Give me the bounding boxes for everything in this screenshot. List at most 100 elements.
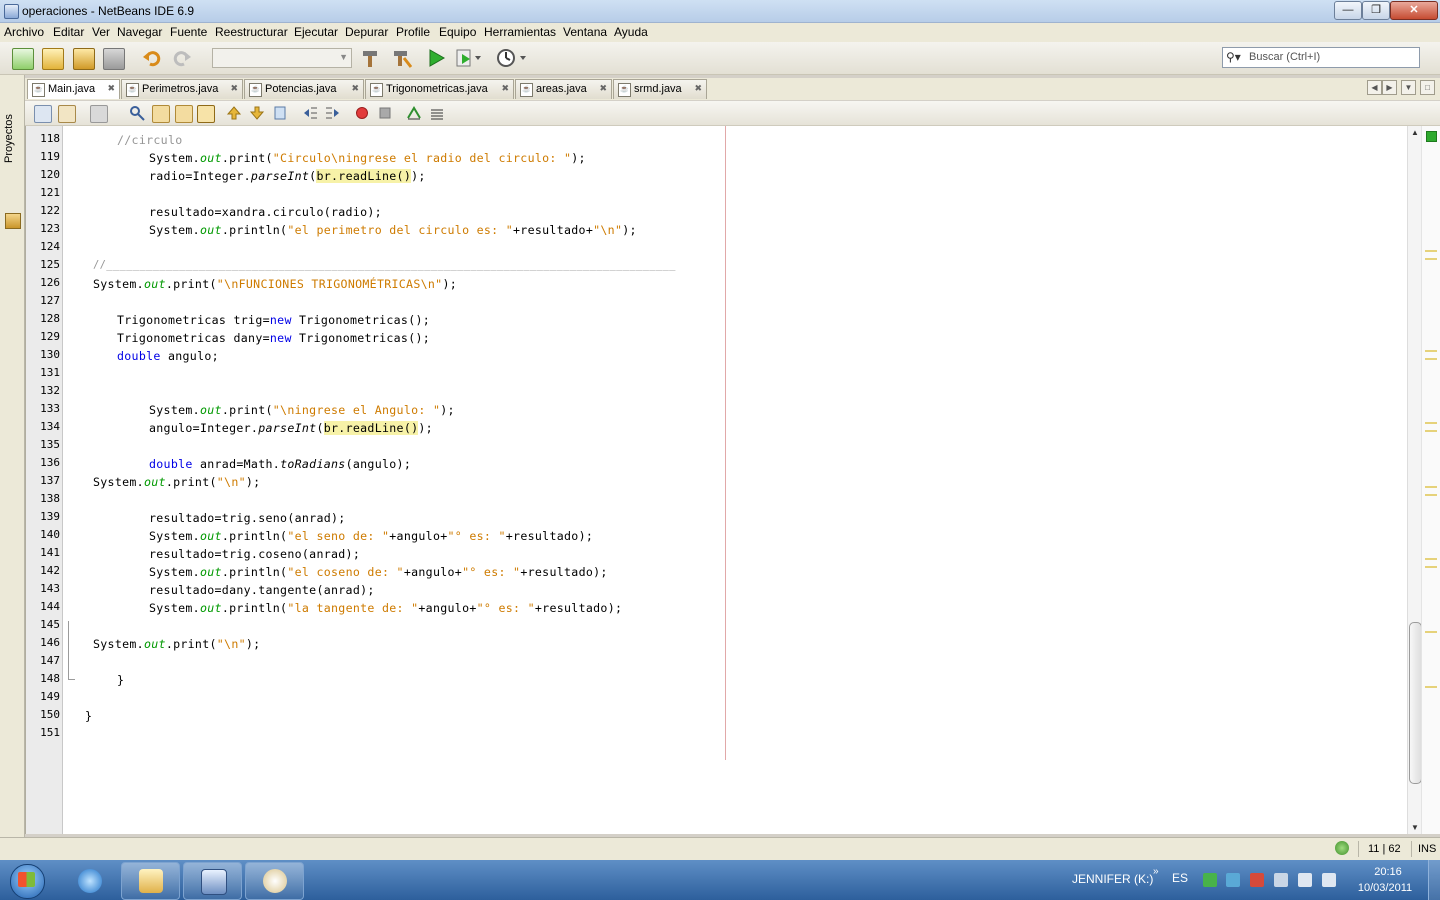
projects-icon[interactable] (5, 213, 21, 229)
quick-search-box[interactable]: ⚲▾ Buscar (Ctrl+I) (1222, 47, 1420, 68)
annotation-mark[interactable] (1425, 558, 1437, 560)
action-center-flag-icon[interactable] (1274, 873, 1288, 887)
code-fold-marker[interactable] (68, 621, 75, 680)
redo-icon[interactable] (172, 48, 192, 68)
source-view-icon[interactable] (34, 105, 52, 123)
network-sync-icon[interactable] (1226, 873, 1240, 887)
toggle-bookmark-icon[interactable] (272, 105, 288, 121)
tab-areas-java[interactable]: ☕ areas.java ✖ (515, 79, 612, 99)
tab-srmd-java[interactable]: ☕ srmd.java ✖ (613, 79, 707, 99)
projects-tab[interactable]: Proyectos (3, 114, 15, 163)
show-desktop-button[interactable] (1428, 860, 1440, 900)
forward-icon[interactable] (90, 105, 108, 123)
code-line-148: } (117, 673, 125, 687)
previous-bookmark-icon[interactable] (226, 105, 242, 121)
open-project-icon[interactable] (73, 48, 95, 70)
insert-mode[interactable]: INS (1418, 843, 1436, 855)
code-line-136: double anrad=Math.toRadians(angulo); (149, 457, 412, 471)
clock-time[interactable]: 20:16 (1358, 866, 1418, 878)
start-macro-icon[interactable] (354, 105, 370, 121)
network-icon[interactable] (1298, 873, 1312, 887)
uncomment-icon[interactable] (429, 105, 445, 121)
stop-macro-icon[interactable] (377, 105, 393, 121)
close-button[interactable]: ✕ (1390, 1, 1438, 20)
tab-potencias-java[interactable]: ☕ Potencias.java ✖ (244, 79, 364, 99)
close-tab-icon[interactable]: ✖ (107, 83, 115, 94)
next-bookmark-icon[interactable] (249, 105, 265, 121)
line-number: 146 (40, 636, 60, 649)
volume-muted-icon[interactable] (1322, 873, 1336, 887)
minimize-button[interactable]: — (1334, 1, 1362, 20)
tab-perimetros-java[interactable]: ☕ Perimetros.java ✖ (121, 79, 243, 99)
menu-navegar[interactable]: Navegar (117, 25, 162, 39)
taskbar-internet-explorer[interactable] (60, 862, 119, 900)
annotation-mark[interactable] (1425, 494, 1437, 496)
editor-vertical-scrollbar[interactable]: ▲ ▼ (1407, 126, 1422, 834)
close-tab-icon[interactable]: ✖ (599, 83, 607, 94)
annotation-mark[interactable] (1425, 686, 1437, 688)
annotation-mark[interactable] (1425, 250, 1437, 252)
annotation-mark[interactable] (1425, 430, 1437, 432)
shift-left-icon[interactable] (302, 105, 318, 121)
debug-icon[interactable] (455, 48, 481, 68)
menu-fuente[interactable]: Fuente (170, 25, 207, 39)
back-icon[interactable] (58, 105, 76, 123)
new-project-icon[interactable] (42, 48, 64, 70)
close-tab-icon[interactable]: ✖ (694, 83, 702, 94)
menu-reestructurar[interactable]: Reestructurar (215, 25, 288, 39)
find-next-icon[interactable] (175, 105, 193, 123)
menu-ejecutar[interactable]: Ejecutar (294, 25, 338, 39)
find-icon[interactable] (129, 105, 145, 121)
annotation-mark[interactable] (1425, 566, 1437, 568)
annotation-mark[interactable] (1425, 631, 1437, 633)
taskbar-paint[interactable] (245, 862, 304, 900)
tab-main-java[interactable]: ☕ Main.java ✖ (27, 79, 120, 99)
tab-trigonometricas-java[interactable]: ☕ Trigonometricas.java ✖ (365, 79, 514, 99)
scroll-up-icon[interactable]: ▲ (1411, 128, 1419, 137)
find-previous-icon[interactable] (152, 105, 170, 123)
profile-icon[interactable] (496, 48, 526, 68)
configuration-combo[interactable]: ▼ (212, 48, 352, 68)
run-icon[interactable] (426, 48, 446, 68)
toggle-highlight-icon[interactable] (197, 105, 215, 123)
new-file-icon[interactable] (12, 48, 34, 70)
close-tab-icon[interactable]: ✖ (501, 83, 509, 94)
undo-icon[interactable] (142, 48, 162, 68)
shift-right-icon[interactable] (325, 105, 341, 121)
tray-drive-label[interactable]: JENNIFER (K:) (1072, 872, 1153, 886)
comment-icon[interactable] (406, 105, 422, 121)
menu-ver[interactable]: Ver (92, 25, 110, 39)
save-all-icon[interactable] (103, 48, 125, 70)
scroll-down-icon[interactable]: ▼ (1411, 823, 1419, 832)
menu-ventana[interactable]: Ventana (563, 25, 607, 39)
maximize-window-icon[interactable]: □ (1420, 80, 1435, 95)
clean-build-icon[interactable] (392, 48, 413, 68)
language-indicator[interactable]: ES (1172, 871, 1188, 885)
build-hammer-icon[interactable] (360, 48, 380, 68)
annotation-mark[interactable] (1425, 486, 1437, 488)
menu-equipo[interactable]: Equipo (439, 25, 476, 39)
annotation-mark[interactable] (1425, 350, 1437, 352)
annotation-mark[interactable] (1425, 258, 1437, 260)
close-tab-icon[interactable]: ✖ (351, 83, 359, 94)
show-opened-documents-icon[interactable]: ▼ (1401, 80, 1416, 95)
menu-editar[interactable]: Editar (53, 25, 84, 39)
maximize-button[interactable]: ❐ (1362, 1, 1390, 20)
menu-depurar[interactable]: Depurar (345, 25, 388, 39)
close-tab-icon[interactable]: ✖ (230, 83, 238, 94)
menu-archivo[interactable]: Archivo (4, 25, 44, 39)
menu-ayuda[interactable]: Ayuda (614, 25, 648, 39)
start-button[interactable] (2, 862, 52, 899)
clock-date[interactable]: 10/03/2011 (1350, 882, 1420, 894)
tray-overflow-chevron[interactable]: » (1153, 866, 1159, 877)
taskbar-windows-explorer[interactable] (121, 862, 180, 900)
annotation-mark[interactable] (1425, 422, 1437, 424)
scroll-tabs-left-icon[interactable]: ◀ (1367, 80, 1382, 95)
taskbar-netbeans[interactable] (183, 862, 242, 900)
scroll-tabs-right-icon[interactable]: ▶ (1382, 80, 1397, 95)
menu-profile[interactable]: Profile (396, 25, 430, 39)
annotation-mark[interactable] (1425, 358, 1437, 360)
safely-remove-icon[interactable] (1203, 873, 1217, 887)
menu-herramientas[interactable]: Herramientas (484, 25, 556, 39)
antivirus-shield-icon[interactable] (1250, 873, 1264, 887)
